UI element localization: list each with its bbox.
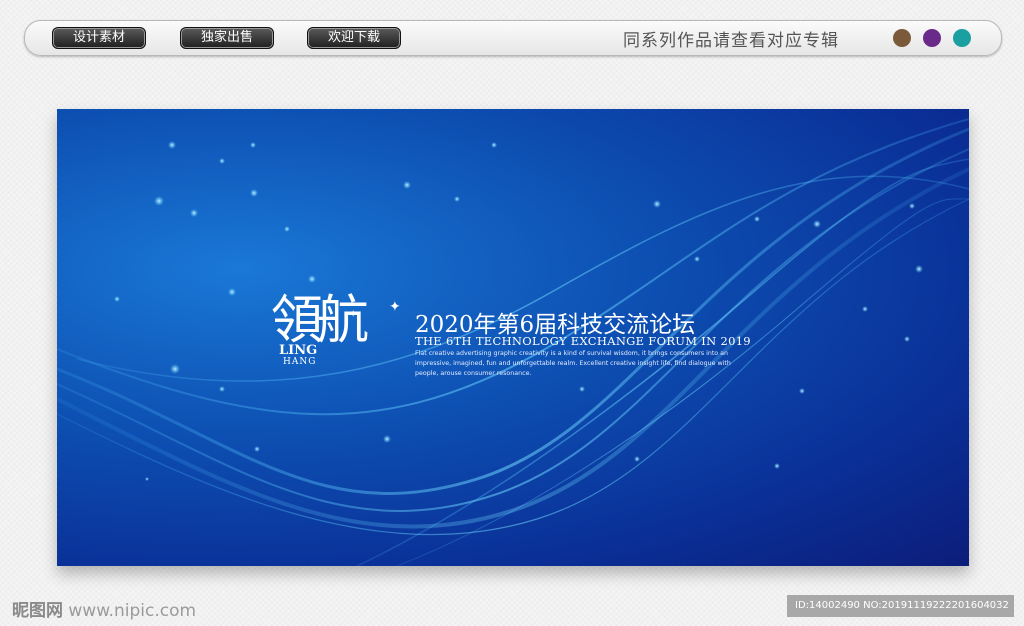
color-swatch-teal[interactable]	[953, 29, 971, 47]
image-id-bar: ID:14002490 NO:20191119222201604032	[787, 595, 1014, 617]
linghang-logo: 領航 ✦ ✦ LING HANG	[271, 291, 411, 391]
forum-description: Flat creative advertising graphic creati…	[415, 350, 731, 377]
color-swatch-purple[interactable]	[923, 29, 941, 47]
exclusive-sale-button[interactable]: 独家出售	[180, 27, 274, 49]
design-material-button[interactable]: 设计素材	[52, 27, 146, 49]
sparkle-icon: ✦	[349, 309, 358, 320]
watermark-url: www.nipic.com	[68, 601, 197, 621]
logo-chinese-text: 領航	[271, 291, 369, 351]
forum-title-english: THE 6TH TECHNOLOGY EXCHANGE FORUM IN 201…	[415, 334, 751, 348]
series-album-text: 同系列作品请查看对应专辑	[623, 31, 839, 51]
sparkle-icon: ✦	[389, 299, 401, 315]
forum-banner: 領航 ✦ ✦ LING HANG 2020年第6届科技交流论坛 THE 6TH …	[57, 109, 969, 566]
logo-pinyin-ling: LING	[279, 343, 318, 358]
top-toolbar: 设计素材 独家出售 欢迎下载 同系列作品请查看对应专辑	[24, 20, 1002, 56]
color-swatch-brown[interactable]	[893, 29, 911, 47]
nipic-watermark: 昵图网 www.nipic.com	[12, 596, 196, 621]
logo-pinyin-hang: HANG	[283, 357, 317, 367]
welcome-download-button[interactable]: 欢迎下载	[307, 27, 401, 49]
watermark-brand: 昵图网	[12, 601, 63, 621]
